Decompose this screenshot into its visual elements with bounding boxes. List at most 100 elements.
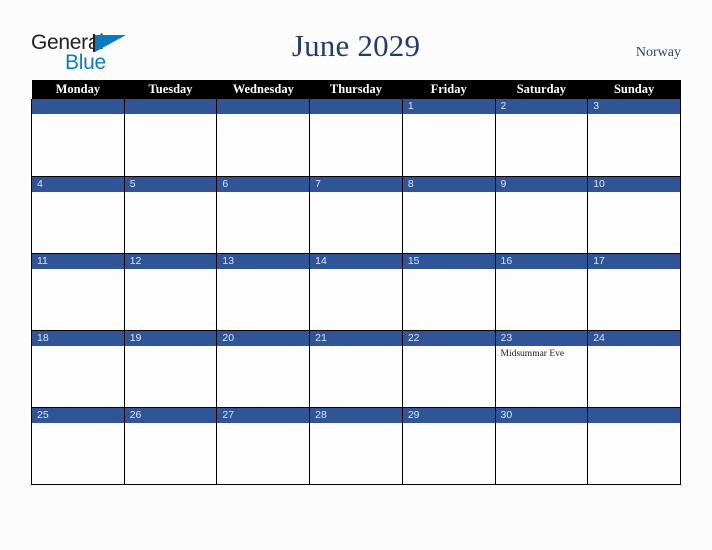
- day-events: [310, 423, 402, 426]
- day-cell-1[interactable]: 1: [401, 99, 496, 177]
- day-events: [125, 269, 217, 272]
- weekday-header-friday: Friday: [402, 80, 496, 99]
- weekday-header-monday: Monday: [31, 80, 125, 99]
- day-number: [588, 407, 680, 423]
- day-cell-19[interactable]: 19: [123, 330, 218, 408]
- day-number: 25: [32, 407, 124, 423]
- weekday-header-thursday: Thursday: [309, 80, 403, 99]
- day-cell-empty[interactable]: [123, 99, 218, 177]
- day-events: [496, 114, 588, 117]
- day-events: [588, 192, 680, 195]
- day-cell-8[interactable]: 8: [401, 176, 496, 254]
- weekday-header-tuesday: Tuesday: [124, 80, 217, 99]
- day-events: [403, 114, 495, 117]
- day-events: [217, 269, 309, 272]
- day-cell-empty[interactable]: [587, 407, 681, 485]
- day-number: 17: [588, 253, 680, 269]
- day-events: [125, 114, 217, 117]
- day-cell-26[interactable]: 26: [123, 407, 218, 485]
- day-cell-6[interactable]: 6: [216, 176, 311, 254]
- page-title: June 2029: [291, 28, 421, 63]
- day-number: 5: [124, 176, 217, 192]
- day-number: 26: [124, 407, 217, 423]
- day-events: [496, 192, 588, 195]
- day-number: 10: [588, 176, 680, 192]
- day-events: [588, 423, 680, 426]
- day-number: [217, 99, 310, 114]
- day-number: 9: [495, 176, 588, 192]
- day-cell-7[interactable]: 7: [309, 176, 403, 254]
- day-events: [217, 423, 309, 426]
- holiday-label: Midsummar Eve: [500, 348, 565, 359]
- day-events: [588, 346, 680, 349]
- weekday-header-sunday: Sunday: [587, 80, 681, 99]
- day-number: 28: [310, 407, 402, 423]
- day-number: 8: [402, 176, 495, 192]
- day-cell-12[interactable]: 12: [123, 253, 218, 331]
- day-cell-13[interactable]: 13: [216, 253, 311, 331]
- day-events: [32, 192, 124, 195]
- weekday-header-wednesday: Wednesday: [216, 80, 310, 99]
- day-events: [125, 346, 217, 349]
- day-cell-3[interactable]: 3: [587, 99, 681, 177]
- day-events: [496, 269, 588, 272]
- day-number: 19: [124, 330, 217, 346]
- day-number: [32, 99, 124, 114]
- month-calendar: Monday Tuesday Wednesday Thursday Friday Satu…: [31, 80, 681, 485]
- country-label: Norway: [635, 45, 681, 60]
- day-number: 13: [217, 253, 310, 269]
- day-cell-empty[interactable]: [309, 99, 403, 177]
- day-cell-22[interactable]: 22: [401, 330, 496, 408]
- day-number: 14: [310, 253, 402, 269]
- day-cell-empty[interactable]: [31, 99, 125, 177]
- day-events: [403, 192, 495, 195]
- day-number: 29: [402, 407, 495, 423]
- day-cell-10[interactable]: 10: [587, 176, 681, 254]
- day-cell-4[interactable]: 4: [31, 176, 125, 254]
- day-events: [310, 192, 402, 195]
- calendar-week-row: 11 12 13 14 15 16 17: [31, 253, 681, 331]
- calendar-week-row: 123: [31, 99, 681, 177]
- day-events: [310, 346, 402, 349]
- calendar-page: General Blue June 2029 Norway Monday Tues…: [0, 0, 712, 550]
- day-cell-21[interactable]: 21: [309, 330, 403, 408]
- day-cell-17[interactable]: 17: [587, 253, 681, 331]
- day-number: 7: [310, 176, 402, 192]
- day-cell-30[interactable]: 30: [494, 407, 589, 485]
- day-cell-24[interactable]: 24: [587, 330, 681, 408]
- day-number: [124, 99, 217, 114]
- day-cell-29[interactable]: 29: [401, 407, 496, 485]
- day-events: [403, 423, 495, 426]
- day-events: [310, 114, 402, 117]
- weekday-header-saturday: Saturday: [495, 80, 588, 99]
- day-events: [496, 423, 588, 426]
- day-events: [403, 269, 495, 272]
- day-cell-16[interactable]: 16: [494, 253, 589, 331]
- day-number: 3: [588, 99, 680, 114]
- day-number: 15: [402, 253, 495, 269]
- calendar-week-row: 25 26 27 28 29 30: [31, 407, 681, 485]
- day-events: [588, 114, 680, 117]
- day-cell-11[interactable]: 11: [31, 253, 125, 331]
- day-events: [32, 346, 124, 349]
- day-cell-28[interactable]: 28: [309, 407, 403, 485]
- day-cell-15[interactable]: 15: [401, 253, 496, 331]
- day-events: [403, 346, 495, 349]
- day-cell-23[interactable]: 23 Midsummar Eve: [494, 330, 589, 408]
- day-cell-5[interactable]: 5: [123, 176, 218, 254]
- day-events: [125, 192, 217, 195]
- day-cell-empty[interactable]: [216, 99, 311, 177]
- day-cell-25[interactable]: 25: [31, 407, 125, 485]
- day-number: 18: [32, 330, 124, 346]
- day-cell-18[interactable]: 18: [31, 330, 125, 408]
- day-events: [217, 346, 309, 349]
- calendar-body: 1 2 3 4 5 6 7 8 9 10 11 12 13 14 15 16 17 18 19 20 21 22 23 Mid…: [31, 99, 681, 485]
- day-number: 6: [217, 176, 310, 192]
- day-cell-2[interactable]: 2: [494, 99, 589, 177]
- day-cell-20[interactable]: 20: [216, 330, 311, 408]
- day-cell-27[interactable]: 27: [216, 407, 311, 485]
- day-number: 12: [124, 253, 217, 269]
- day-number: 2: [495, 99, 588, 114]
- day-cell-14[interactable]: 14: [309, 253, 403, 331]
- day-cell-9[interactable]: 9: [494, 176, 589, 254]
